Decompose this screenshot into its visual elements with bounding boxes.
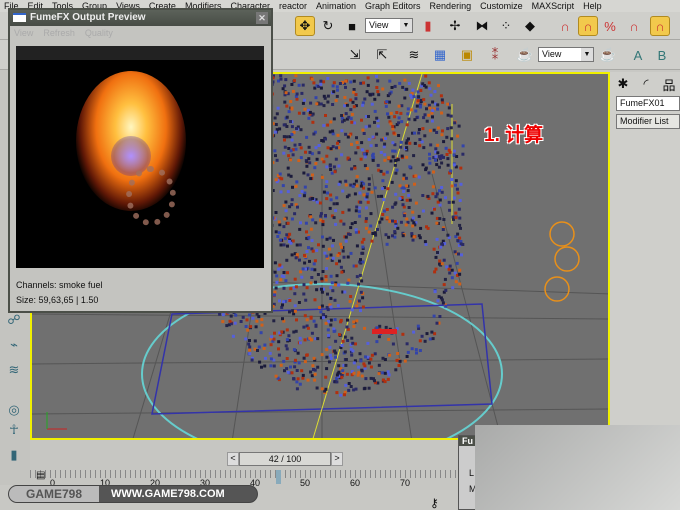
close-button[interactable]: ✕	[256, 12, 268, 24]
curve-editor-icon[interactable]: ▦	[430, 45, 450, 65]
menu-item[interactable]: Customize	[480, 0, 523, 12]
time-slider[interactable]: 42 / 100	[239, 452, 331, 466]
scale-tool-icon[interactable]: ■	[342, 16, 362, 36]
menu-item[interactable]: Help	[583, 0, 602, 12]
next-frame-button[interactable]: >	[331, 452, 343, 466]
ruler-tick-label: 60	[350, 478, 361, 488]
layer-manager-icon[interactable]: ≋	[404, 45, 424, 65]
wave-icon[interactable]: ≋	[4, 360, 24, 380]
align-icon[interactable]: ◆	[520, 16, 540, 36]
select-manipulate-icon[interactable]: ✢	[445, 16, 465, 36]
mirror-icon[interactable]: ⧓	[472, 16, 492, 36]
blurred-overlay	[475, 425, 680, 510]
schematic-view-icon[interactable]: ▣	[457, 45, 477, 65]
spring-icon[interactable]: ◎	[4, 400, 24, 420]
preview-menu-item[interactable]: Quality	[85, 26, 113, 40]
menu-item[interactable]: Graph Editors	[365, 0, 421, 12]
rotate-tool-icon[interactable]: ↻	[318, 16, 338, 36]
pivot-icon[interactable]: ▮	[418, 16, 438, 36]
render-a-icon[interactable]: A	[628, 45, 648, 65]
percent-snap-icon[interactable]: %	[600, 16, 620, 36]
track-bar-icon[interactable]: ▤	[36, 470, 45, 481]
modify-tab-icon[interactable]: ◜	[636, 74, 656, 94]
channels-label: Channels: smoke fuel	[16, 280, 103, 290]
window-title-bar: FumeFX Output Preview ✕	[10, 10, 271, 26]
spinner-snap-icon[interactable]: ∩	[624, 16, 644, 36]
create-tab-icon[interactable]: ✱	[613, 74, 633, 94]
tool-icon[interactable]: ☍	[4, 310, 24, 330]
array-icon[interactable]: ⁘	[496, 16, 516, 36]
biped-icon[interactable]: ☥	[4, 420, 24, 440]
menu-item[interactable]: reactor	[279, 0, 307, 12]
preview-menu-item[interactable]: Refresh	[43, 26, 75, 40]
material-editor-icon[interactable]: ⁑	[485, 45, 505, 65]
key-icon[interactable]: ⚷	[430, 496, 439, 510]
edit-named-selection-icon[interactable]: ∩	[650, 16, 670, 36]
render-setup-icon[interactable]: ☕	[515, 45, 535, 65]
helper-objects	[544, 221, 580, 302]
time-bar: < 42 / 100 >	[30, 440, 460, 470]
reference-coord-dropdown[interactable]: View ▼	[365, 18, 413, 33]
smoke-trail	[126, 166, 176, 226]
ruler-tick-label: 50	[300, 478, 311, 488]
gizmo-x-axis	[372, 329, 397, 334]
fumefx-preview-window: FumeFX Output Preview ✕ View Refresh Quali…	[8, 8, 273, 313]
preview-menu-item[interactable]: View	[14, 26, 33, 40]
size-label: Size: 59,63,65 | 1.50	[16, 295, 99, 305]
window-title: FumeFX Output Preview	[30, 12, 146, 23]
ruler-tick-label: 70	[400, 478, 411, 488]
preview-menu: View Refresh Quality	[10, 26, 271, 40]
snap-icon[interactable]: ∩	[555, 16, 575, 36]
select-region-icon[interactable]: ⇱	[372, 45, 392, 65]
watermark-url: WWW.GAME798.COM	[111, 488, 225, 500]
quick-render-icon[interactable]: ☕	[598, 45, 618, 65]
command-panel: ✱ ◜ 品 FumeFX01 Modifier List	[610, 72, 680, 432]
watermark: GAME798 WWW.GAME798.COM	[8, 485, 258, 503]
preview-render	[16, 46, 264, 268]
prev-frame-button[interactable]: <	[227, 452, 239, 466]
cloth-icon[interactable]: ▮	[4, 445, 24, 465]
modifier-list-dropdown[interactable]: Modifier List	[616, 114, 680, 129]
hierarchy-tab-icon[interactable]: 品	[659, 74, 679, 94]
axis-tripod	[46, 412, 67, 430]
select-icon[interactable]: ⇲	[345, 45, 365, 65]
menu-item[interactable]: Animation	[316, 0, 356, 12]
object-name-field[interactable]: FumeFX01	[616, 96, 680, 111]
watermark-logo: GAME798	[9, 486, 99, 502]
move-tool-icon[interactable]: ✥	[295, 16, 315, 36]
tool-icon[interactable]: ⌁	[4, 335, 24, 355]
render-view-dropdown[interactable]: View ▼	[538, 47, 594, 62]
current-frame-marker	[276, 470, 281, 484]
angle-snap-icon[interactable]: ∩	[578, 16, 598, 36]
window-icon	[13, 13, 26, 22]
render-b-icon[interactable]: B	[652, 45, 672, 65]
step-annotation: 1. 计算	[484, 125, 544, 146]
menu-item[interactable]: Rendering	[430, 0, 472, 12]
menu-item[interactable]: MAXScript	[532, 0, 575, 12]
